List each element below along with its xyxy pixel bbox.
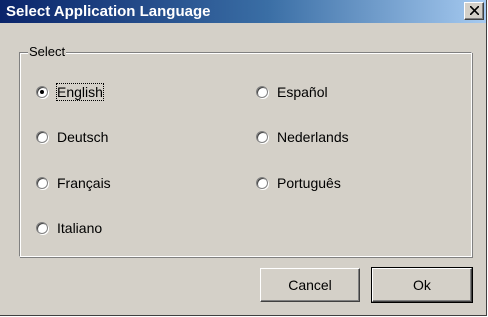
radio-label-francais: Français: [57, 175, 111, 191]
cancel-button[interactable]: Cancel: [260, 268, 360, 302]
close-button[interactable]: [464, 2, 484, 20]
radio-option-nederlands[interactable]: Nederlands: [256, 128, 349, 146]
radio-button-icon[interactable]: [36, 131, 48, 143]
radio-option-english[interactable]: English: [36, 83, 104, 101]
radio-button-icon[interactable]: [256, 86, 268, 98]
radio-button-icon[interactable]: [36, 177, 48, 189]
title-bar[interactable]: Select Application Language: [0, 0, 486, 23]
radio-label-deutsch: Deutsch: [57, 129, 109, 145]
radio-label-italiano: Italiano: [57, 220, 103, 236]
radio-label-espanol: Español: [277, 84, 328, 100]
language-dialog: Select Application Language Select Engli…: [0, 0, 487, 316]
ok-button[interactable]: Ok: [371, 267, 473, 303]
dialog-title: Select Application Language: [6, 3, 211, 20]
radio-label-nederlands: Nederlands: [277, 129, 349, 145]
radio-option-francais[interactable]: Français: [36, 174, 111, 192]
close-icon: [470, 6, 479, 15]
radio-option-deutsch[interactable]: Deutsch: [36, 128, 108, 146]
radio-button-icon[interactable]: [36, 222, 48, 234]
groupbox-label: Select: [28, 44, 67, 59]
radio-option-italiano[interactable]: Italiano: [36, 219, 102, 237]
radio-option-espanol[interactable]: Español: [256, 83, 328, 101]
radio-label-english: English: [56, 83, 104, 101]
radio-button-icon[interactable]: [256, 177, 268, 189]
radio-option-portugues[interactable]: Português: [256, 174, 341, 192]
radio-button-icon[interactable]: [256, 131, 268, 143]
radio-button-checked-icon[interactable]: [36, 86, 48, 98]
radio-label-portugues: Português: [277, 175, 341, 191]
